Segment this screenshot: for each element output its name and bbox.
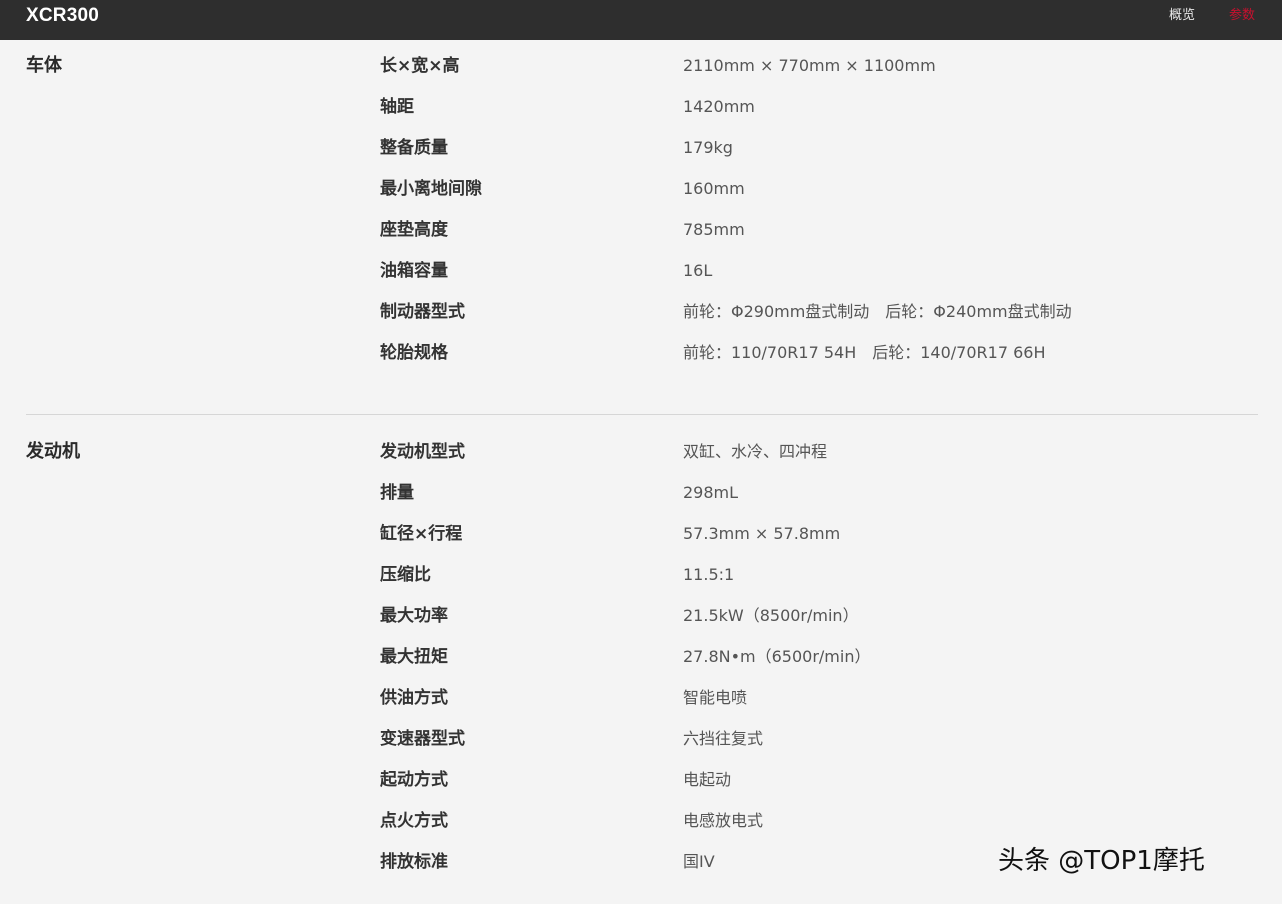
spec-label: 长×宽×高 (380, 56, 460, 76)
spec-row: 起动方式 电起动 (0, 767, 1282, 808)
spec-value: 电感放电式 (683, 811, 764, 830)
brand-title: XCR300 (26, 5, 100, 26)
spec-value: 国IV (683, 852, 715, 871)
spec-label: 最大扭矩 (380, 647, 448, 667)
spec-label: 供油方式 (380, 688, 448, 708)
spec-value: 298mL (683, 483, 739, 502)
spec-label: 变速器型式 (380, 729, 465, 749)
spec-value: 16L (683, 261, 713, 280)
spec-row: 缸径×行程 57.3mm × 57.8mm (0, 521, 1282, 562)
spec-value: 27.8N•m（6500r/min） (683, 647, 871, 666)
spec-label: 起动方式 (380, 770, 448, 790)
nav-spec-link[interactable]: 参数 (1229, 7, 1255, 25)
spec-label: 排放标准 (380, 852, 448, 872)
section-divider (26, 414, 1258, 415)
spec-row: 长×宽×高 2110mm × 770mm × 1100mm (0, 53, 1282, 94)
spec-label: 油箱容量 (380, 261, 448, 281)
spec-value: 六挡往复式 (683, 729, 764, 748)
spec-row: 压缩比 11.5:1 (0, 562, 1282, 603)
spec-value: 前轮：110/70R17 54H 后轮：140/70R17 66H (683, 343, 1046, 362)
spec-label: 发动机型式 (380, 442, 465, 462)
spec-label: 轴距 (380, 97, 414, 117)
spec-row: 排量 298mL (0, 480, 1282, 521)
spec-label: 压缩比 (380, 565, 431, 585)
spec-row: 供油方式 智能电喷 (0, 685, 1282, 726)
spec-row: 最大功率 21.5kW（8500r/min） (0, 603, 1282, 644)
spec-row: 座垫高度 785mm (0, 217, 1282, 258)
spec-value: 智能电喷 (683, 688, 748, 707)
spec-label: 点火方式 (380, 811, 448, 831)
spec-value: 21.5kW（8500r/min） (683, 606, 859, 625)
spec-row: 发动机型式 双缸、水冷、四冲程 (0, 439, 1282, 480)
watermark-text: 头条 @TOP1摩托 (998, 846, 1205, 876)
spec-label: 缸径×行程 (380, 524, 463, 544)
spec-row: 变速器型式 六挡往复式 (0, 726, 1282, 767)
spec-value: 1420mm (683, 97, 755, 116)
spec-value: 179kg (683, 138, 733, 157)
spec-label: 轮胎规格 (380, 343, 448, 363)
spec-value: 电起动 (683, 770, 732, 789)
spec-value: 11.5:1 (683, 565, 735, 584)
spec-value: 前轮：Φ290mm盘式制动 后轮：Φ240mm盘式制动 (683, 302, 1072, 321)
top-bar: XCR300 概览 参数 (0, 0, 1282, 40)
spec-label: 排量 (380, 483, 414, 503)
spec-row: 轴距 1420mm (0, 94, 1282, 135)
spec-value: 785mm (683, 220, 745, 239)
spec-row: 制动器型式 前轮：Φ290mm盘式制动 后轮：Φ240mm盘式制动 (0, 299, 1282, 340)
spec-label: 最大功率 (380, 606, 448, 626)
spec-row: 轮胎规格 前轮：110/70R17 54H 后轮：140/70R17 66H (0, 340, 1282, 381)
nav-overview-link[interactable]: 概览 (1169, 7, 1195, 25)
spec-value: 57.3mm × 57.8mm (683, 524, 841, 543)
spec-row: 油箱容量 16L (0, 258, 1282, 299)
spec-row: 最大扭矩 27.8N•m（6500r/min） (0, 644, 1282, 685)
spec-label: 制动器型式 (380, 302, 465, 322)
spec-row: 最小离地间隙 160mm (0, 176, 1282, 217)
spec-row: 整备质量 179kg (0, 135, 1282, 176)
spec-label: 座垫高度 (380, 220, 448, 240)
spec-value: 160mm (683, 179, 745, 198)
spec-label: 整备质量 (380, 138, 448, 158)
spec-value: 2110mm × 770mm × 1100mm (683, 56, 936, 75)
spec-value: 双缸、水冷、四冲程 (683, 442, 828, 461)
spec-label: 最小离地间隙 (380, 179, 482, 199)
